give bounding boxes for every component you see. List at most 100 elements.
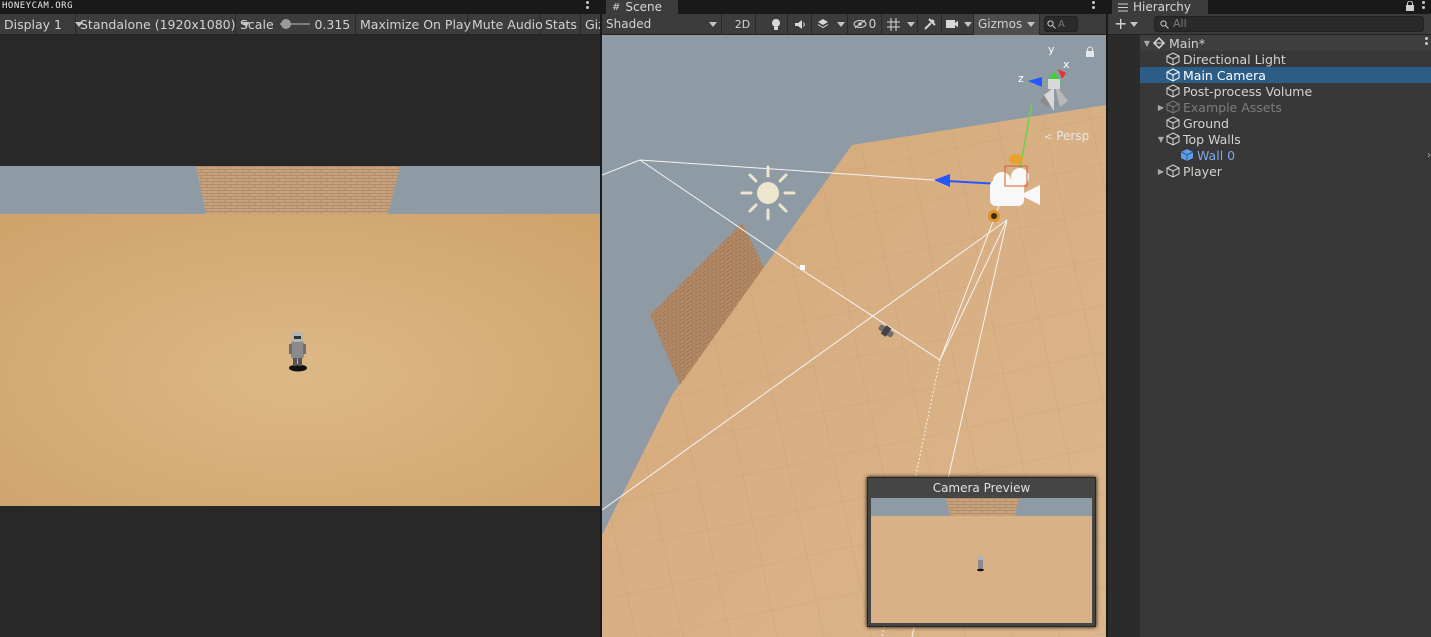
tree-item-example-assets[interactable]: ▶ Example Assets [1140,99,1431,115]
tab-hierarchy[interactable]: Hierarchy [1112,0,1208,14]
tree-item-player[interactable]: ▶ Player [1140,163,1431,179]
tree-item-main-camera[interactable]: Main Camera [1140,67,1431,83]
tree-item-label: Ground [1183,115,1229,131]
tree-item-post-process-volume[interactable]: Post-process Volume [1140,83,1431,99]
scene-tab-bar: # Scene [602,0,1106,14]
shading-label: Shaded [606,17,652,31]
display-label: Display 1 [4,16,63,32]
audio-toggle[interactable] [788,13,812,35]
maximize-on-play-toggle[interactable]: Maximize On Play [356,13,471,35]
game-panel: HONEYCAM.ORG Display 1 Standalone (1920x… [0,0,600,637]
maximize-label: Maximize On Play [360,16,471,32]
directional-light-gizmo [740,165,796,221]
tree-item-ground[interactable]: Ground [1140,115,1431,131]
add-object-button[interactable]: + [1114,16,1144,32]
camera-preview-render [871,498,1092,623]
resolution-dropdown[interactable]: Standalone (1920x1080) [76,13,250,35]
display-dropdown[interactable]: Display 1 [0,13,84,35]
expand-arrow-icon[interactable]: ▶ [1156,103,1166,112]
camera-settings-toggle[interactable] [942,14,962,35]
scene-tab-label: Scene [625,0,662,14]
hierarchy-tab-bar: Hierarchy [1108,0,1431,14]
cube-icon [1166,164,1180,178]
grid-icon: # [612,1,621,13]
grid-toggle[interactable] [882,14,904,35]
tree-item-top-walls[interactable]: ▼ Top Walls [1140,131,1431,147]
eye-slash-icon [853,19,867,29]
hierarchy-toolbar: + All [1108,14,1431,35]
game-tab-bar [0,0,600,14]
expand-arrow-icon[interactable]: ▼ [1156,135,1166,144]
tree-item-scene-root[interactable]: ▼ Main* [1140,35,1431,51]
game-toolbar: Display 1 Standalone (1920x1080) Scale 0… [0,13,600,35]
chevron-down-icon [1130,21,1139,27]
hierarchy-tab-label: Hierarchy [1133,0,1192,14]
scale-slider-handle[interactable] [281,19,292,29]
hierarchy-panel: Hierarchy + All ▼ Main* Directional Ligh… [1106,0,1431,637]
gizmos-label: Gizmos [978,17,1023,31]
scene-search-field[interactable]: A [1040,14,1078,35]
grid-dropdown[interactable] [904,13,918,35]
chevron-down-icon [709,21,717,27]
scene-menu-icon[interactable] [1425,37,1428,47]
scene-viewport[interactable]: y z x < Persp Camera Preview [602,35,1106,637]
scale-value: 0.315x [314,16,351,32]
axis-z-label: z [1018,72,1024,85]
shading-mode-dropdown[interactable]: Shaded [602,13,722,35]
hidden-objects-toggle[interactable]: 0 [848,13,882,35]
tree-item-directional-light[interactable]: Directional Light [1140,51,1431,67]
tab-scene[interactable]: # Scene [606,0,678,14]
scene-search-placeholder: A [1058,18,1065,30]
mode-2d-label: 2D [734,17,751,31]
scale-label: Scale [240,16,274,32]
chevron-down-icon [906,21,915,27]
hierarchy-tree: ▼ Main* Directional Light Main Camera Po… [1140,35,1431,179]
gizmos-label: Giz [585,16,600,32]
cube-icon [1166,116,1180,130]
tools-toggle[interactable] [918,13,942,35]
light-bulb-icon [771,18,780,30]
tree-item-label: Player [1183,163,1222,179]
plus-icon: + [1114,14,1128,33]
expand-arrow-icon[interactable]: ▶ [1156,167,1166,176]
tree-item-label: Wall 0 [1197,147,1236,163]
hierarchy-search-placeholder: All [1173,17,1187,30]
expand-arrow-icon[interactable]: ▼ [1142,39,1152,48]
scene-panel-menu-icon[interactable] [1092,1,1095,11]
cube-icon [1166,84,1180,98]
mute-audio-toggle[interactable]: Mute Audio [468,13,543,35]
scene-search-input[interactable]: A [1044,16,1078,32]
gizmos-toggle[interactable]: Giz [581,14,600,35]
effects-dropdown[interactable] [834,13,848,35]
search-icon [1047,19,1056,29]
gizmos-dropdown[interactable]: Gizmos [974,13,1040,35]
game-viewport[interactable] [0,166,600,506]
tree-item-wall-0[interactable]: Wall 0 › [1140,147,1431,163]
game-panel-menu-icon[interactable] [586,1,589,11]
persp-icon: < [1044,132,1053,143]
scale-slider[interactable] [279,18,310,30]
chevron-down-icon [1027,21,1035,27]
brick-wall [196,166,400,214]
tree-item-label: Top Walls [1183,131,1241,147]
tree-item-label: Main Camera [1183,67,1266,83]
watermark-text: HONEYCAM.ORG [2,1,74,11]
mode-2d-toggle[interactable]: 2D [730,13,756,35]
projection-toggle[interactable]: < Persp [1044,129,1089,143]
camera-preview-image [871,498,1092,623]
effects-toggle[interactable] [812,14,834,35]
hierarchy-search-input[interactable]: All [1154,16,1424,32]
search-icon [1160,20,1169,29]
chevron-right-icon[interactable]: › [1427,150,1431,161]
lighting-toggle[interactable] [764,13,788,35]
stats-toggle[interactable]: Stats [541,13,581,35]
scene-toolbar: Shaded 2D 0 Gizmos A [602,13,1106,35]
chevron-down-icon [963,21,972,27]
scale-control: Scale 0.315x [236,13,356,35]
hierarchy-gutter [1108,35,1140,637]
hierarchy-panel-menu-icon[interactable] [1422,1,1425,11]
camera-preview-title: Camera Preview [932,481,1031,495]
camera-settings-dropdown[interactable] [962,13,974,35]
lock-icon[interactable] [1406,1,1414,11]
